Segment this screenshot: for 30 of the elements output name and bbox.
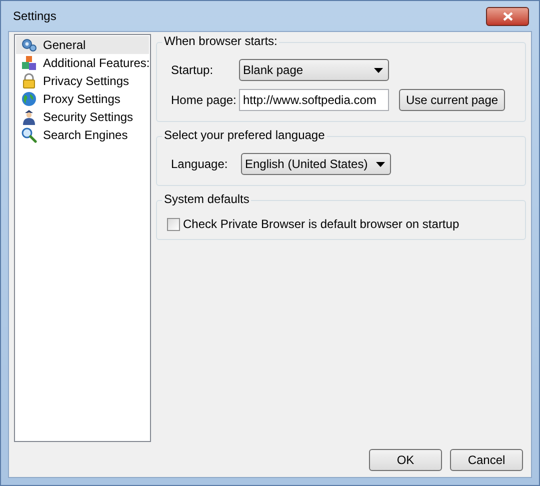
- group-title: When browser starts:: [162, 34, 280, 48]
- field-label: Home page:: [170, 92, 238, 109]
- person-icon: [21, 109, 37, 125]
- cubes-icon: [21, 55, 37, 71]
- sidebar-item[interactable]: Privacy Settings: [16, 72, 149, 90]
- sidebar-item[interactable]: General: [16, 36, 149, 54]
- sidebar-item[interactable]: Search Engines: [16, 126, 149, 144]
- sidebar-item[interactable]: Additional Features:: [16, 54, 149, 72]
- dropdown[interactable]: Blank page: [239, 59, 389, 81]
- checkbox-label: Check Private Browser is default browser on startup: [183, 216, 460, 233]
- search-icon: [21, 127, 37, 143]
- field-label: Startup:: [170, 62, 214, 79]
- input-field[interactable]: http://www.softpedia.com: [239, 89, 389, 111]
- group-title: Select your prefered language: [162, 128, 327, 142]
- caret-icon: [374, 68, 383, 72]
- caret-icon: [376, 162, 385, 166]
- close-button[interactable]: [486, 6, 529, 26]
- group-title: System defaults: [162, 192, 252, 206]
- ok-button[interactable]: OK: [369, 449, 442, 471]
- window-title: Settings: [13, 8, 56, 25]
- globe-icon: [21, 91, 37, 107]
- dropdown[interactable]: English (United States): [241, 153, 391, 175]
- checkbox[interactable]: [167, 218, 180, 230]
- cancel-button[interactable]: Cancel: [450, 449, 523, 471]
- use-current-page-button[interactable]: Use current page: [399, 89, 506, 111]
- field-label: Language:: [170, 156, 227, 173]
- close-icon: [502, 12, 512, 20]
- lock-icon: [21, 73, 37, 89]
- sidebar-item[interactable]: Security Settings: [16, 108, 149, 126]
- sidebar-item[interactable]: Proxy Settings: [16, 90, 149, 108]
